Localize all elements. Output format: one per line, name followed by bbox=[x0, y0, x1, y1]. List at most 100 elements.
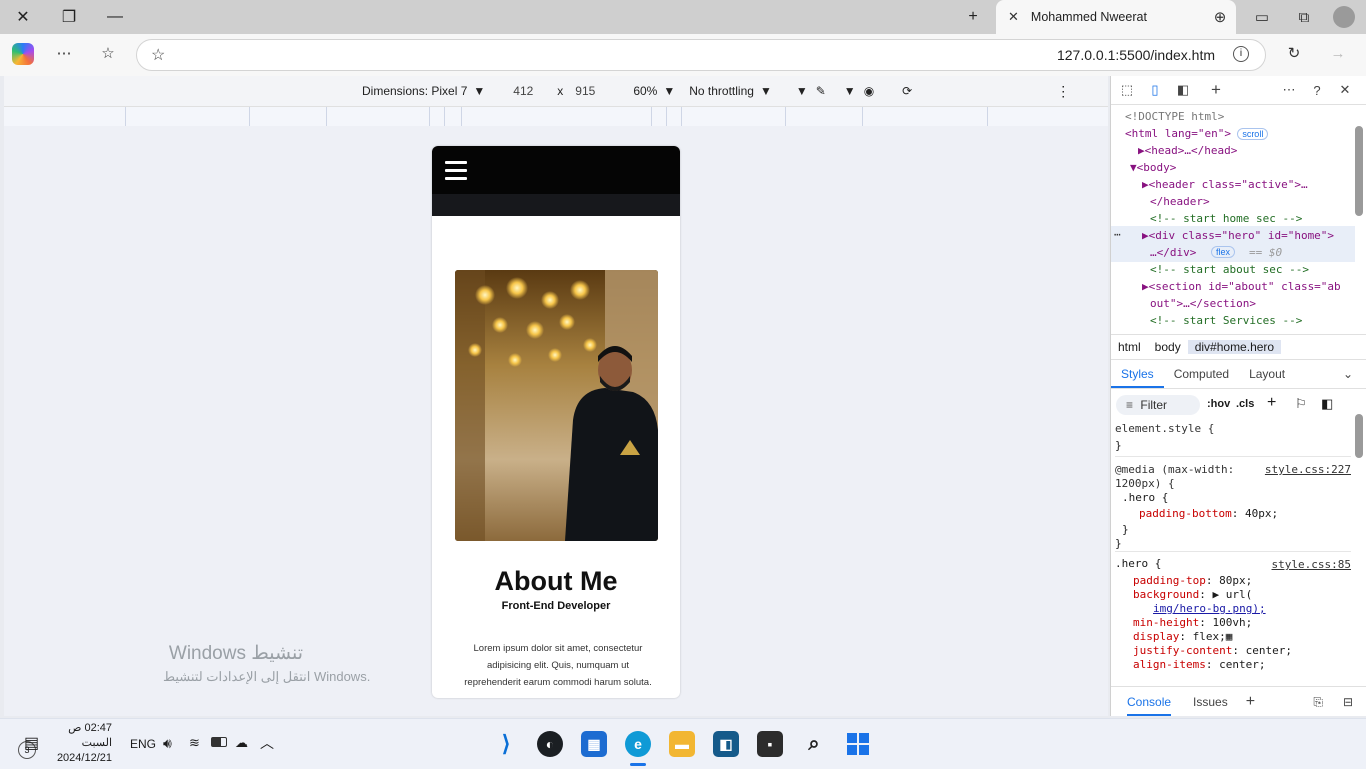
battery-icon[interactable] bbox=[211, 737, 227, 747]
filter-input[interactable]: ≡ Filter bbox=[1116, 395, 1200, 415]
device-toolbar-icon[interactable]: ▯ bbox=[1145, 80, 1165, 100]
node-options-icon[interactable]: ⋯ bbox=[1114, 226, 1121, 243]
decl-align-items[interactable]: align-items: center; bbox=[1133, 656, 1292, 671]
decl-padding-top[interactable]: padding-top: 80px; bbox=[1133, 572, 1292, 587]
new-rule-icon[interactable]: + bbox=[1267, 394, 1276, 412]
language-indicator[interactable]: ENG bbox=[130, 737, 156, 751]
hero-declarations[interactable]: padding-top: 80px; background: ▶ url( im… bbox=[1133, 572, 1292, 671]
tab-actions-icon[interactable]: ▭ bbox=[1251, 6, 1273, 28]
body-node[interactable]: ▼<body> bbox=[1130, 159, 1176, 176]
forward-icon[interactable]: → bbox=[1327, 42, 1349, 64]
clock[interactable]: 02:47 ص السبت 2024/12/21 bbox=[50, 721, 112, 766]
more-menu-icon[interactable]: ⋯ bbox=[53, 42, 75, 64]
crumb-body[interactable]: body bbox=[1148, 340, 1188, 354]
more-options-dropdown-icon[interactable]: ▼ bbox=[796, 84, 808, 98]
search-icon[interactable]: ⌕ bbox=[801, 731, 827, 757]
decl-background[interactable]: background: ▶ url( bbox=[1133, 586, 1292, 601]
profile-avatar-icon[interactable] bbox=[1333, 6, 1355, 28]
head-node[interactable]: ▶<head>…</head> bbox=[1138, 142, 1237, 159]
throttling-dropdown-icon[interactable]: ▼ bbox=[760, 84, 772, 98]
close-tab-icon[interactable]: ✕ bbox=[1008, 9, 1019, 25]
tab-styles[interactable]: Styles bbox=[1111, 360, 1164, 388]
tray-expand-icon[interactable]: ︿ bbox=[260, 733, 274, 753]
photos-app-icon[interactable]: ◧ bbox=[713, 731, 739, 757]
hamburger-menu-icon[interactable] bbox=[445, 161, 467, 164]
file-explorer-icon[interactable]: ▬ bbox=[669, 731, 695, 757]
github-desktop-icon[interactable]: ◐ bbox=[537, 731, 563, 757]
wifi-icon[interactable]: ≋ bbox=[189, 735, 200, 751]
panel-layout-icon[interactable]: ◧ bbox=[1173, 80, 1193, 100]
eyedropper-icon[interactable]: ✎ bbox=[816, 84, 826, 98]
decl-display[interactable]: display: flex;▦ bbox=[1133, 628, 1292, 643]
hero-selector-2[interactable]: .hero { bbox=[1115, 555, 1161, 572]
width-input[interactable]: 412 bbox=[513, 84, 533, 98]
comment-home[interactable]: <!-- start home sec --> bbox=[1150, 210, 1302, 227]
add-favorite-icon[interactable]: ☆ bbox=[151, 45, 165, 65]
help-icon[interactable]: ? bbox=[1307, 80, 1327, 100]
sidebar-toggle-icon[interactable]: ◧ bbox=[1321, 396, 1333, 412]
comment-about[interactable]: <!-- start about sec --> bbox=[1150, 261, 1309, 278]
hero-source-link[interactable]: style.css:85 bbox=[1272, 556, 1351, 573]
hero-selector-1[interactable]: .hero { bbox=[1122, 489, 1168, 506]
edge-icon[interactable]: e bbox=[625, 731, 651, 757]
styles-scrollbar[interactable] bbox=[1355, 402, 1363, 672]
emulation-more-icon[interactable]: ⋮ bbox=[1056, 83, 1070, 100]
minimize-window-icon[interactable]: — bbox=[92, 0, 138, 34]
browser-tab[interactable]: ✕ Mohammed Nweerat bbox=[996, 0, 1236, 34]
site-info-icon[interactable]: i bbox=[1233, 46, 1249, 62]
scroll-badge[interactable]: scroll bbox=[1237, 128, 1269, 140]
refresh-icon[interactable]: ↻ bbox=[1283, 42, 1305, 64]
address-bar[interactable]: ☆ 127.0.0.1:5500/index.htm i bbox=[136, 39, 1266, 71]
decl-background-url[interactable]: img/hero-bg.png); bbox=[1133, 600, 1292, 615]
tab-console[interactable]: Console bbox=[1127, 688, 1172, 716]
dimensions-dropdown-icon[interactable]: ▼ bbox=[473, 84, 485, 98]
store-icon[interactable]: ▦ bbox=[581, 731, 607, 757]
devtools-more-icon[interactable]: ⋯ bbox=[1279, 80, 1299, 100]
media-source-link[interactable]: style.css:227 bbox=[1265, 461, 1351, 478]
close-window-icon[interactable]: ✕ bbox=[0, 0, 46, 34]
tab-issues[interactable]: Issues bbox=[1193, 695, 1228, 709]
tab-layout[interactable]: Layout bbox=[1239, 367, 1295, 381]
html-node[interactable]: <html lang="en"> scroll bbox=[1125, 125, 1269, 142]
start-button[interactable] bbox=[845, 731, 871, 757]
volume-icon[interactable]: 🔊︎ bbox=[163, 735, 172, 752]
decl-min-height[interactable]: min-height: 100vh; bbox=[1133, 614, 1292, 629]
onedrive-icon[interactable]: ☁ bbox=[235, 735, 248, 751]
doctype-node[interactable]: <!DOCTYPE html> bbox=[1125, 108, 1224, 125]
cls-toggle[interactable]: .cls bbox=[1236, 398, 1254, 410]
zoom-dropdown-icon[interactable]: ▼ bbox=[663, 84, 675, 98]
globe-icon[interactable]: ⊕ bbox=[1209, 6, 1231, 28]
close-devtools-icon[interactable]: ✕ bbox=[1335, 80, 1355, 100]
paint-icon[interactable]: ⚐ bbox=[1295, 396, 1307, 412]
chevron-down-icon[interactable]: ⌄ bbox=[1333, 367, 1366, 381]
elements-scroll-thumb[interactable] bbox=[1355, 126, 1363, 216]
restore-window-icon[interactable]: ❐ bbox=[46, 0, 92, 34]
copilot-icon[interactable] bbox=[12, 43, 34, 65]
emulated-device-screen[interactable]: About Me Front-End Developer Lorem ipsum… bbox=[432, 146, 680, 698]
eye-icon[interactable]: ◉ bbox=[864, 84, 874, 98]
close-drawer-icon[interactable]: ⊟ bbox=[1343, 695, 1353, 709]
dimensions-select[interactable]: Dimensions: Pixel 7 bbox=[362, 84, 467, 98]
comment-services[interactable]: <!-- start Services --> bbox=[1150, 312, 1302, 329]
elements-tree[interactable]: <!DOCTYPE html> <html lang="en"> scroll … bbox=[1111, 106, 1355, 332]
rotate-icon[interactable]: ⟳ bbox=[902, 84, 912, 98]
zoom-select[interactable]: 60% bbox=[633, 84, 657, 98]
hamburger-menu-icon[interactable] bbox=[445, 177, 467, 180]
element-style-rule[interactable]: element.style { bbox=[1115, 420, 1214, 437]
flex-badge[interactable]: flex bbox=[1211, 246, 1236, 258]
styles-pane[interactable]: element.style { } @media (max-width: sty… bbox=[1115, 420, 1351, 682]
hov-toggle[interactable]: :hov bbox=[1207, 398, 1230, 410]
add-panel-icon[interactable]: + bbox=[1206, 80, 1226, 100]
styles-scroll-thumb[interactable] bbox=[1355, 414, 1363, 458]
tab-computed[interactable]: Computed bbox=[1164, 367, 1239, 381]
crumb-html[interactable]: html bbox=[1111, 340, 1148, 354]
dock-drawer-icon[interactable]: ⎘ bbox=[1313, 695, 1323, 710]
header-node[interactable]: ▶<header class="active">… bbox=[1142, 176, 1308, 193]
elements-scrollbar[interactable] bbox=[1355, 112, 1363, 320]
section-about-node[interactable]: ▶<section id="about" class="ab bbox=[1142, 278, 1341, 295]
notifications-icon[interactable]: ▤ bbox=[24, 733, 39, 753]
vscode-icon[interactable]: ⟩ bbox=[493, 731, 519, 757]
throttling-select[interactable]: No throttling bbox=[689, 84, 754, 98]
favorites-icon[interactable]: ☆ bbox=[97, 42, 119, 64]
hamburger-menu-icon[interactable] bbox=[445, 169, 467, 172]
